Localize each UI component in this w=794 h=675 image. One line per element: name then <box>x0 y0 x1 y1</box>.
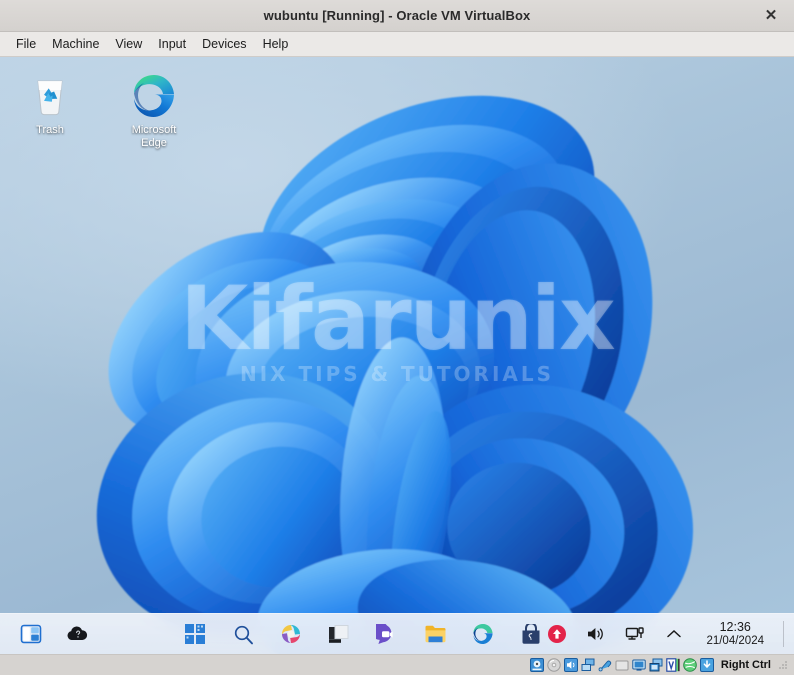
search-icon[interactable] <box>230 621 256 647</box>
edge-icon[interactable] <box>470 621 496 647</box>
host-key-icon[interactable] <box>699 658 714 672</box>
windows-taskbar: 12:36 21/04/2024 <box>0 613 794 654</box>
edge-label-line1: Microsoft <box>131 124 177 136</box>
menu-view[interactable]: View <box>107 35 150 53</box>
desktop-icon-label: Microsoft Edge <box>132 124 177 150</box>
mouse-integration-icon[interactable] <box>683 658 697 672</box>
window-title: wubuntu [Running] - Oracle VM VirtualBox <box>263 8 531 23</box>
network-adapter-icon[interactable] <box>581 658 595 672</box>
hard-disk-icon[interactable] <box>529 658 544 672</box>
window-titlebar: wubuntu [Running] - Oracle VM VirtualBox… <box>0 0 794 32</box>
menu-devices[interactable]: Devices <box>194 35 254 53</box>
microsoft-edge-icon <box>131 73 177 119</box>
menu-machine[interactable]: Machine <box>44 35 107 53</box>
host-key-label: Right Ctrl <box>720 659 771 671</box>
clock-date: 21/04/2024 <box>706 635 764 647</box>
edge-label-line2: Edge <box>141 137 167 149</box>
microsoft-store-icon[interactable] <box>518 621 544 647</box>
tray-divider <box>783 621 784 647</box>
desktop-icon-label: Trash <box>36 124 64 136</box>
shared-folders-icon[interactable] <box>615 658 629 672</box>
virtualization-icon[interactable] <box>666 658 680 672</box>
usb-icon[interactable] <box>598 658 612 672</box>
audio-icon[interactable] <box>563 658 578 672</box>
recycle-bin-icon <box>27 73 73 119</box>
virtualbox-window: wubuntu [Running] - Oracle VM VirtualBox… <box>0 0 794 675</box>
taskbar-clock[interactable]: 12:36 21/04/2024 <box>700 620 770 648</box>
taskbar-system-tray: 12:36 21/04/2024 <box>544 620 794 648</box>
menu-input[interactable]: Input <box>150 35 194 53</box>
resize-grip-icon[interactable] <box>778 660 788 670</box>
virtualbox-status-bar: Right Ctrl <box>0 654 794 675</box>
menu-help[interactable]: Help <box>255 35 297 53</box>
desktop-icon-microsoft-edge[interactable]: Microsoft Edge <box>118 67 190 150</box>
widgets-icon[interactable] <box>18 621 44 647</box>
weather-cloud-icon[interactable] <box>64 621 90 647</box>
bloom-wallpaper-graphic <box>96 96 694 654</box>
chat-icon[interactable] <box>374 621 400 647</box>
file-explorer-icon[interactable] <box>422 621 448 647</box>
volume-icon[interactable] <box>583 621 609 647</box>
taskbar-left-group <box>0 621 182 647</box>
clock-time: 12:36 <box>719 620 751 634</box>
network-icon[interactable] <box>622 621 648 647</box>
menu-bar: File Machine View Input Devices Help <box>0 32 794 57</box>
recording-icon[interactable] <box>649 658 663 672</box>
desktop-icon-trash[interactable]: Trash <box>14 67 86 150</box>
taskbar-pinned-apps <box>182 621 544 647</box>
desktop-icon-grid: Trash Microsoft Edge <box>0 57 190 150</box>
update-arrow-icon[interactable] <box>544 621 570 647</box>
task-view-icon[interactable] <box>326 621 352 647</box>
chevron-up-icon[interactable] <box>661 621 687 647</box>
guest-screen[interactable]: Kifarunix NIX TIPS & TUTORIALS Trash Mic… <box>0 57 794 654</box>
optical-drive-icon[interactable] <box>547 658 561 672</box>
close-icon[interactable]: ✕ <box>760 0 782 31</box>
display-icon[interactable] <box>632 658 646 672</box>
start-icon[interactable] <box>182 621 208 647</box>
menu-file[interactable]: File <box>8 35 44 53</box>
copilot-icon[interactable] <box>278 621 304 647</box>
